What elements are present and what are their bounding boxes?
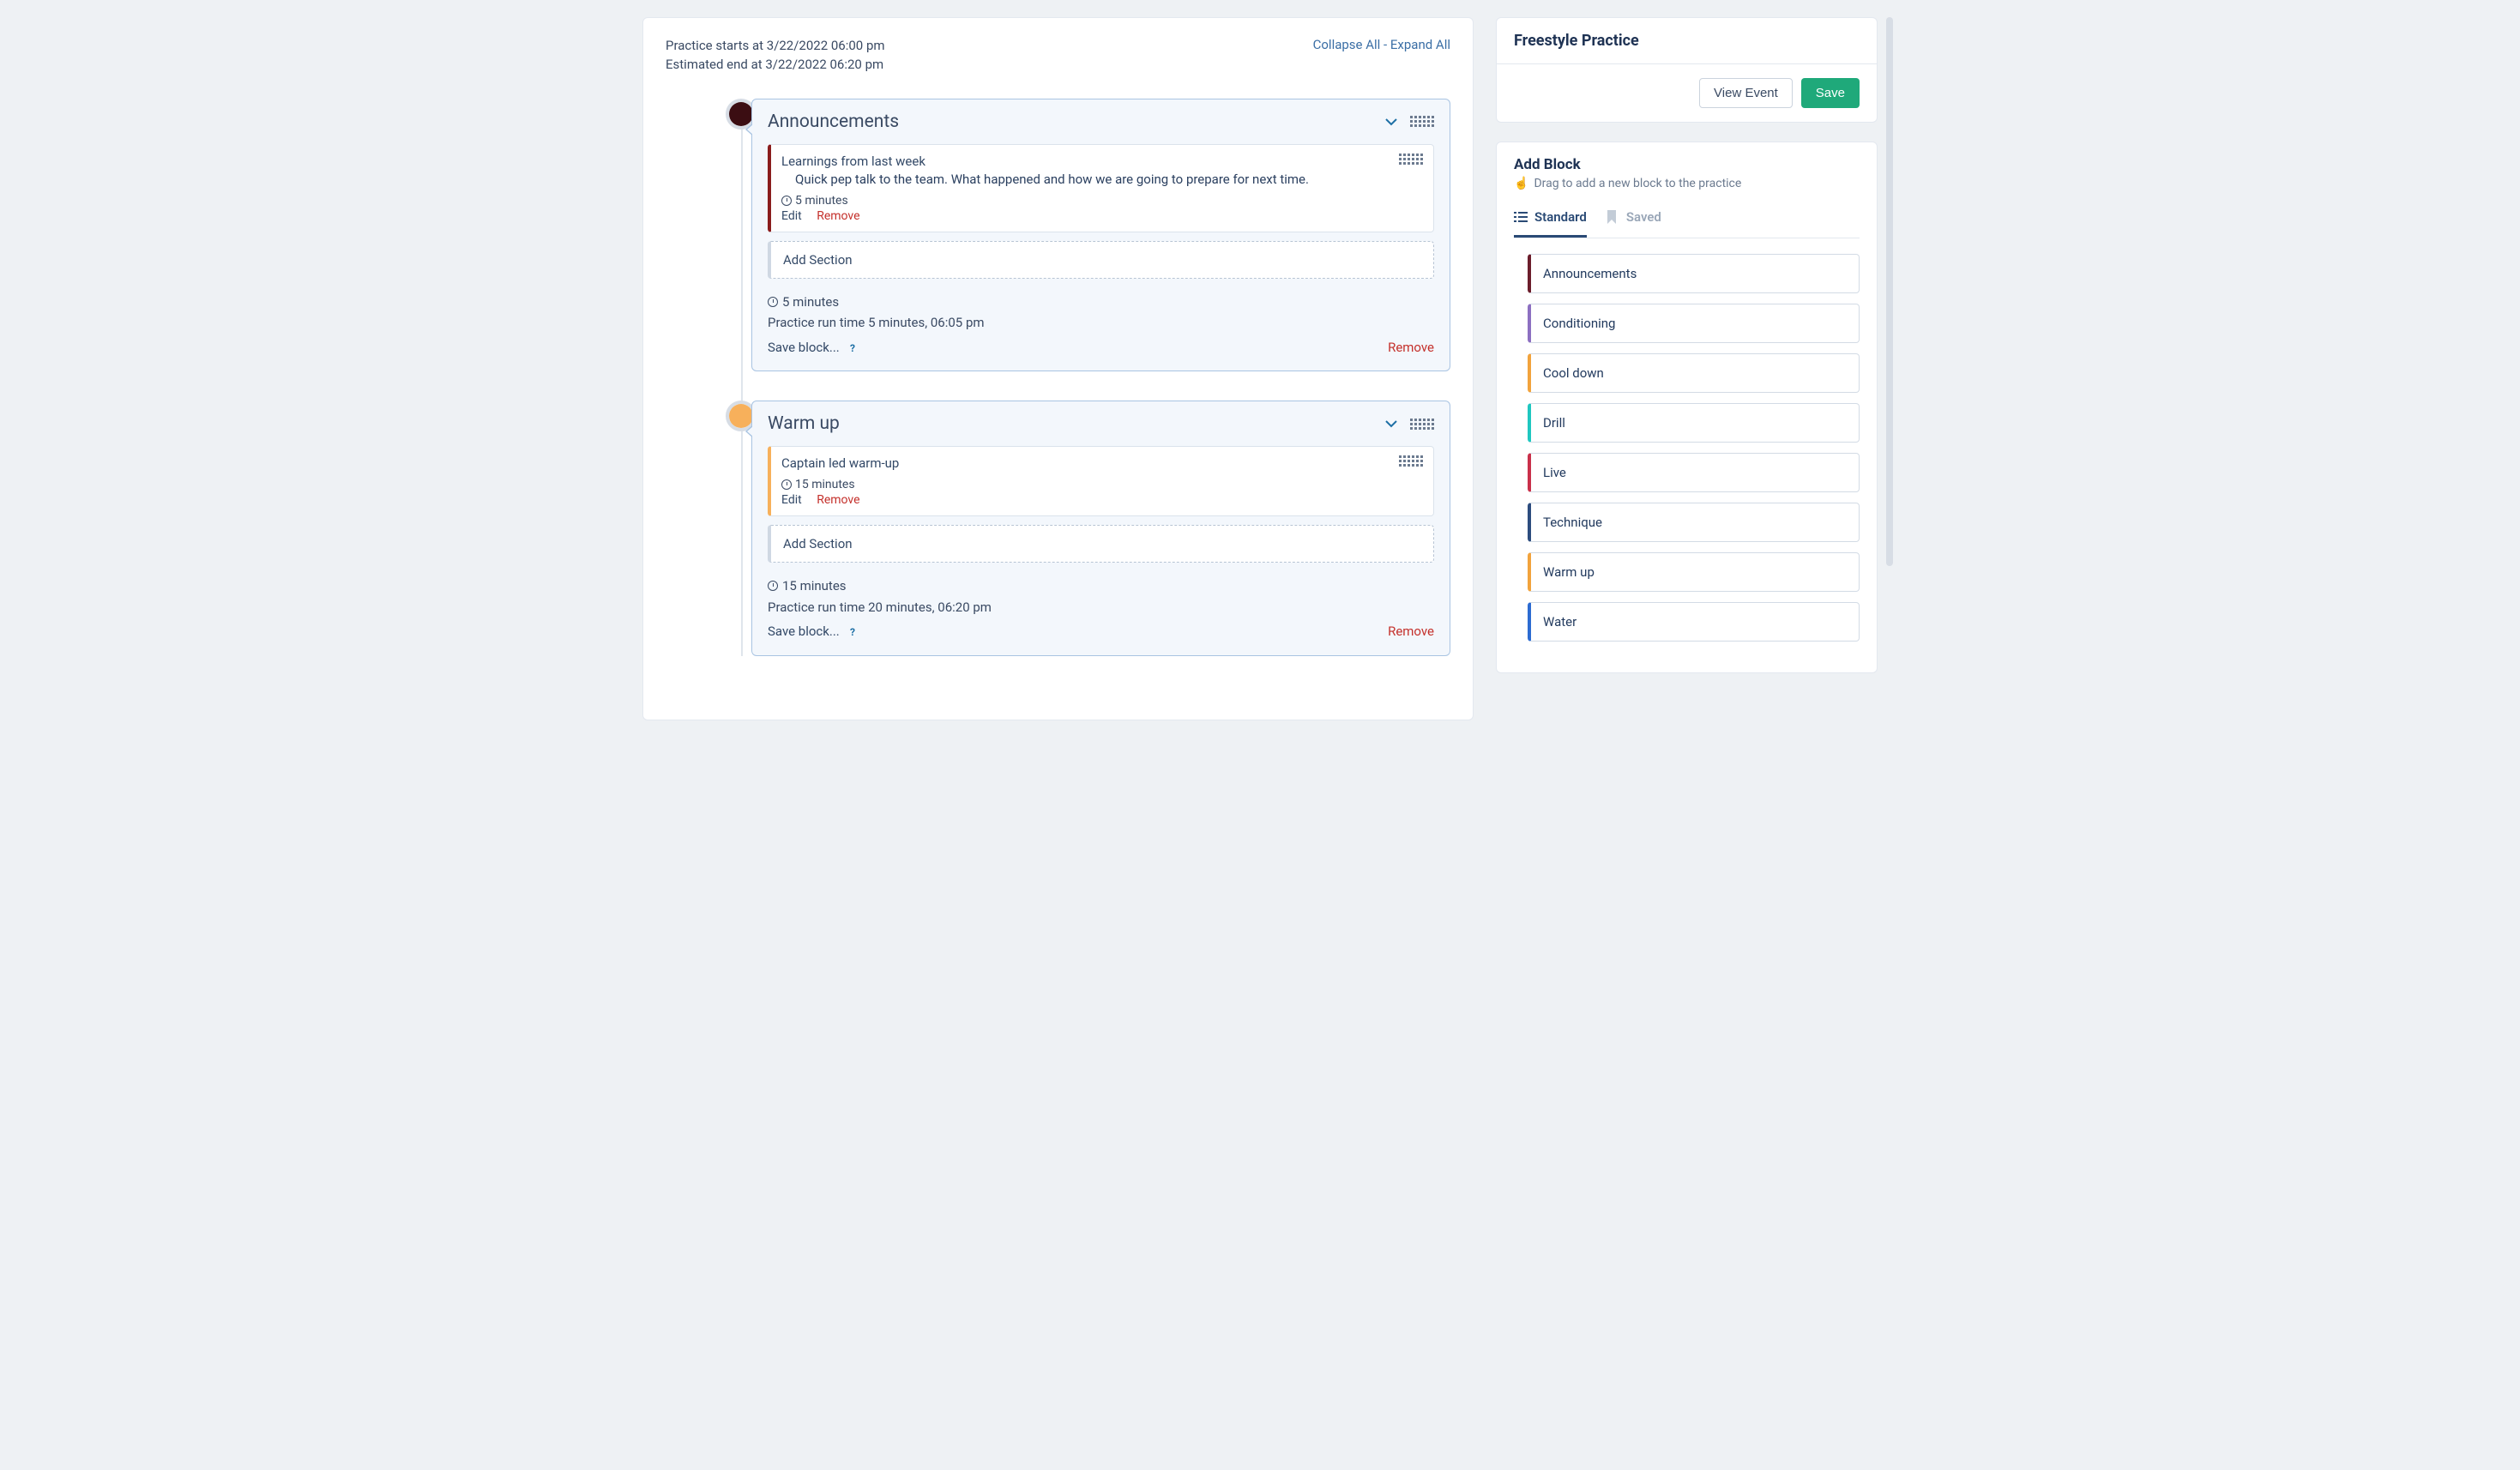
help-icon[interactable]: ?	[846, 626, 859, 639]
hand-pointer-icon: ☝	[1514, 177, 1528, 190]
practice-builder-panel: Practice starts at 3/22/2022 06:00 pm Es…	[642, 17, 1474, 720]
block-duration: 15 minutes	[768, 576, 1434, 596]
add-section-button[interactable]: Add Section	[768, 241, 1434, 279]
remove-section-link[interactable]: Remove	[817, 209, 859, 223]
block-card-warm-up: Warm up	[751, 401, 1450, 656]
clock-icon	[781, 196, 792, 206]
timeline-item: Announcements	[751, 99, 1450, 372]
collapse-expand-controls: Collapse All - Expand All	[1313, 37, 1450, 52]
timeline: Announcements	[666, 99, 1450, 656]
block-duration: 5 minutes	[768, 292, 1434, 312]
practice-start: Practice starts at 3/22/2022 06:00 pm	[666, 37, 885, 56]
remove-section-link[interactable]: Remove	[817, 493, 859, 507]
chevron-down-icon[interactable]	[1384, 115, 1398, 129]
collapse-all-link[interactable]: Collapse All	[1313, 37, 1381, 52]
tab-saved[interactable]: Saved	[1606, 209, 1661, 238]
block-type-conditioning[interactable]: Conditioning	[1528, 304, 1860, 343]
block-title: Warm up	[768, 413, 840, 434]
help-icon[interactable]: ?	[846, 342, 859, 355]
practice-title: Freestyle Practice	[1514, 32, 1860, 50]
add-block-title: Add Block	[1514, 156, 1860, 173]
drag-handle-icon[interactable]	[1399, 154, 1423, 165]
practice-header-card: Freestyle Practice View Event Save	[1496, 17, 1878, 123]
edit-section-link[interactable]: Edit	[781, 493, 802, 507]
tab-standard[interactable]: Standard	[1514, 209, 1587, 238]
remove-block-link[interactable]: Remove	[1388, 338, 1434, 358]
block-run-time: Practice run time 20 minutes, 06:20 pm	[768, 598, 1434, 618]
chevron-down-icon[interactable]	[1384, 417, 1398, 431]
section-duration: 15 minutes	[781, 478, 1421, 491]
clock-icon	[768, 581, 778, 591]
section-title: Learnings from last week	[781, 154, 1421, 169]
block-run-time: Practice run time 5 minutes, 06:05 pm	[768, 313, 1434, 333]
block-type-list: Announcements Conditioning Cool down Dri…	[1514, 254, 1860, 659]
time-info: Practice starts at 3/22/2022 06:00 pm Es…	[666, 37, 885, 75]
tab-label: Saved	[1626, 209, 1661, 225]
add-block-hint: ☝ Drag to add a new block to the practic…	[1514, 177, 1860, 190]
edit-section-link[interactable]: Edit	[781, 209, 802, 223]
drag-handle-icon[interactable]	[1410, 419, 1434, 430]
section-card: Learnings from last week Quick pep talk …	[768, 144, 1434, 232]
block-type-live[interactable]: Live	[1528, 453, 1860, 492]
estimated-end: Estimated end at 3/22/2022 06:20 pm	[666, 56, 885, 75]
clock-icon	[768, 297, 778, 307]
timeline-item: Warm up	[751, 401, 1450, 656]
tab-label: Standard	[1534, 209, 1587, 225]
save-button[interactable]: Save	[1801, 78, 1860, 108]
block-title: Announcements	[768, 111, 899, 132]
add-block-card: Add Block ☝ Drag to add a new block to t…	[1496, 142, 1878, 673]
block-type-technique[interactable]: Technique	[1528, 503, 1860, 542]
block-type-cool-down[interactable]: Cool down	[1528, 353, 1860, 393]
expand-all-link[interactable]: Expand All	[1390, 37, 1450, 52]
block-type-warm-up[interactable]: Warm up	[1528, 552, 1860, 592]
add-section-button[interactable]: Add Section	[768, 525, 1434, 563]
block-type-water[interactable]: Water	[1528, 602, 1860, 642]
list-icon	[1514, 210, 1528, 224]
section-duration: 5 minutes	[781, 194, 1421, 208]
section-description: Quick pep talk to the team. What happene…	[781, 172, 1421, 187]
save-block-link[interactable]: Save block...	[768, 624, 840, 639]
section-title: Captain led warm-up	[781, 455, 1421, 471]
drag-handle-icon[interactable]	[1410, 116, 1434, 127]
remove-block-link[interactable]: Remove	[1388, 622, 1434, 642]
clock-icon	[781, 479, 792, 490]
bookmark-icon	[1606, 210, 1619, 224]
section-card: Captain led warm-up 15 minutes Edit Remo…	[768, 446, 1434, 516]
view-event-button[interactable]: View Event	[1699, 78, 1793, 108]
save-block-link[interactable]: Save block...	[768, 340, 840, 355]
block-type-drill[interactable]: Drill	[1528, 403, 1860, 443]
block-type-announcements[interactable]: Announcements	[1528, 254, 1860, 293]
drag-handle-icon[interactable]	[1399, 455, 1423, 467]
timeline-line	[741, 116, 743, 656]
block-type-tabs: Standard Saved	[1514, 209, 1860, 238]
scrollbar[interactable]	[1886, 17, 1893, 566]
block-card-announcements: Announcements	[751, 99, 1450, 372]
